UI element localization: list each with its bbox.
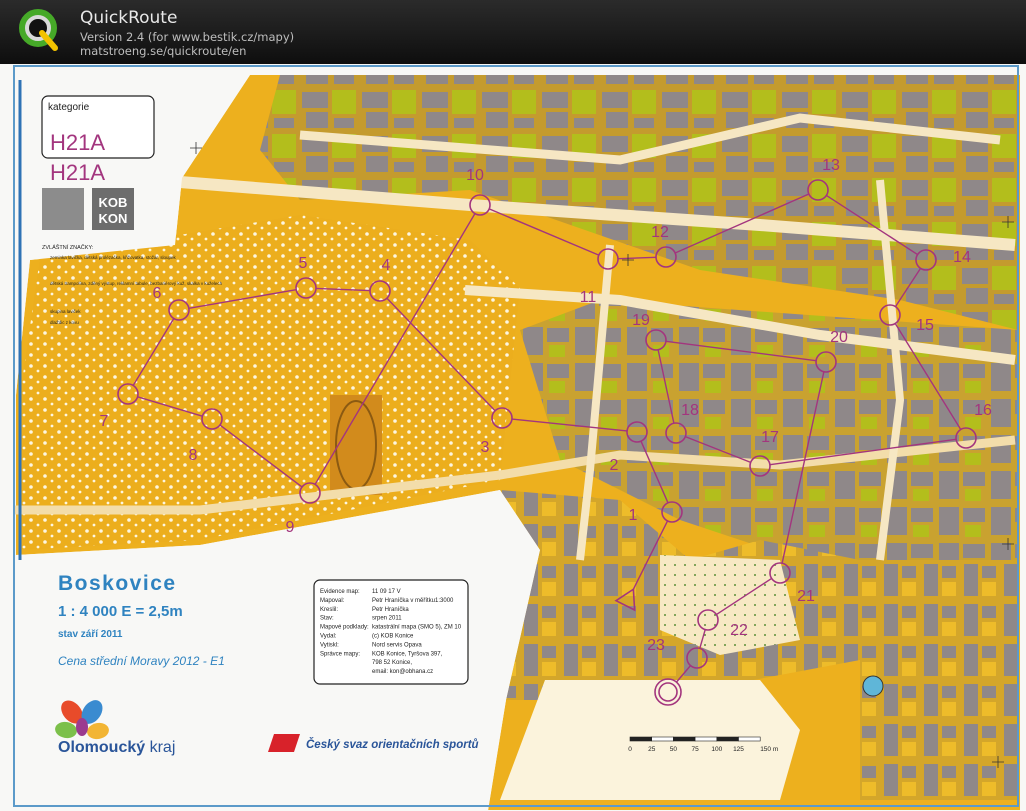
olomoucky-kraj: Olomoucký kraj <box>58 739 175 756</box>
info-value: (c) KOB Konice <box>372 634 414 640</box>
info-value: Nord servis Opava <box>372 642 422 648</box>
control-number: 21 <box>797 588 815 605</box>
app-title-bar: QuickRoute Version 2.4 (for www.bestik.c… <box>0 0 1026 64</box>
fountain <box>862 675 884 697</box>
event-name: Cena střední Moravy 2012 - E1 <box>58 654 225 668</box>
control-number: 13 <box>822 157 840 174</box>
info-value: 798 52 Konice, <box>372 660 412 666</box>
info-key: Vydal: <box>320 634 337 640</box>
info-key: Evidence map: <box>320 589 360 595</box>
control-number: 2 <box>610 457 619 474</box>
scale-segment <box>738 736 761 742</box>
scale-tick-label: 50 <box>670 746 678 753</box>
control-number: 10 <box>466 167 484 184</box>
control-number: 11 <box>580 289 597 306</box>
app-url: matstroeng.se/quickroute/en <box>80 44 247 58</box>
info-value: katastrální mapa (SMO 5), ZM 10 <box>372 625 462 631</box>
scale-segment <box>694 736 718 742</box>
special-symbol-1: zeminka lavička, dětská prolézačka, křiž… <box>50 255 177 260</box>
kob-icon-grey <box>42 188 84 230</box>
control-number: 4 <box>382 257 391 274</box>
scale-tick-label: 100 <box>711 746 722 753</box>
app-name: QuickRoute <box>80 8 178 28</box>
control-number: 6 <box>153 285 162 302</box>
control-number: 18 <box>681 402 699 419</box>
control-number: 17 <box>761 429 779 446</box>
control-number: 19 <box>632 312 650 329</box>
category-2: H21A <box>50 160 105 185</box>
scale-tick-label: 0 <box>628 746 632 753</box>
scale-segment <box>673 736 696 742</box>
info-key: Vytiskl: <box>320 642 339 648</box>
info-value: KOB Konice, Tyršova 397, <box>372 651 443 657</box>
control-number: 9 <box>286 519 295 536</box>
control-number: 15 <box>916 317 934 334</box>
info-value: 11 09 17 V <box>372 589 401 595</box>
orienteering-map[interactable]: kategorie H21A H21A KOB KON ZVLÁŠTNÍ ZNA… <box>0 64 1026 811</box>
scale-tick-label: 125 <box>733 746 744 753</box>
control-number: 22 <box>730 622 748 639</box>
special-symbols-title: ZVLÁŠTNÍ ZNAČKY: <box>42 244 94 251</box>
control-number: 16 <box>974 402 992 419</box>
special-symbol-4: dlaŽdic z kovu <box>50 318 79 325</box>
control-number: 12 <box>651 224 669 241</box>
info-value: Petr Hraníčka v měřítku1:3000 <box>372 598 454 604</box>
map-state: stav září 2011 <box>58 629 123 640</box>
csos-name: Český svaz orientačních sportů <box>306 738 479 751</box>
info-key: Mapové podklady: <box>320 625 369 631</box>
info-value: email: kon@obhana.cz <box>372 669 433 675</box>
control-number: 3 <box>481 439 490 456</box>
control-number: 7 <box>100 413 109 430</box>
info-key: Mapoval: <box>320 598 345 604</box>
scale-segment <box>651 736 674 742</box>
app-version: Version 2.4 (for www.bestik.cz/mapy) <box>80 30 295 44</box>
kategorie-label: kategorie <box>48 102 90 113</box>
info-value: srpen 2011 <box>372 616 402 622</box>
category-1: H21A <box>50 130 105 155</box>
control-number: 8 <box>189 447 198 464</box>
map-scale: 1 : 4 000 E = 2,5m <box>58 603 183 620</box>
map-title: Boskovice <box>58 572 177 595</box>
scale-tick-label: 150 m <box>760 746 778 753</box>
info-value: Petr Hraníčka <box>372 607 409 613</box>
kobkon-2: KON <box>99 211 128 226</box>
special-symbol-3: skupina laviček <box>50 309 81 314</box>
control-number: 1 <box>629 507 638 524</box>
scale-tick-label: 75 <box>691 746 699 753</box>
scale-tick-label: 25 <box>648 746 656 753</box>
info-key: Stav: <box>320 616 334 622</box>
special-symbol-2: dětská trampolína, zděný výstup, reklamn… <box>50 281 223 286</box>
control-number: 5 <box>299 255 308 272</box>
scale-segment <box>629 736 653 742</box>
control-number: 20 <box>830 329 848 346</box>
info-key: Kreslil: <box>320 607 338 613</box>
info-key: Správce mapy: <box>320 651 360 657</box>
control-number: 14 <box>953 249 971 266</box>
control-number: 23 <box>647 637 665 654</box>
quickroute-q-logo-icon <box>19 9 58 51</box>
scale-segment <box>716 736 739 742</box>
kobkon-1: KOB <box>99 195 128 210</box>
